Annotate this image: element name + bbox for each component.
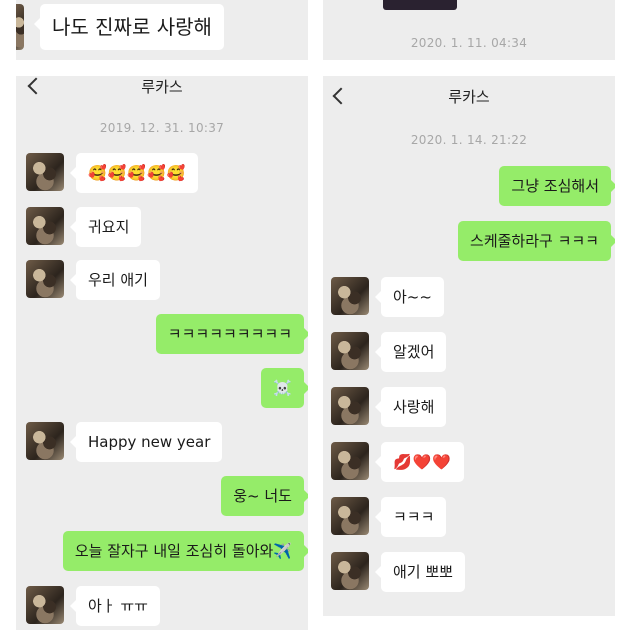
previous-chat-strip-right: 2020. 1. 11. 04:34 <box>323 0 615 60</box>
message-bubble[interactable]: 오늘 잘자구 내일 조심히 돌아와✈️ <box>62 531 308 571</box>
avatar[interactable] <box>26 586 64 624</box>
message-bubble[interactable]: 그냥 조심해서 <box>499 166 615 206</box>
avatar[interactable] <box>331 442 369 480</box>
message-text: ㅋㅋㅋㅋㅋㅋㅋㅋㅋ <box>167 325 292 343</box>
avatar[interactable] <box>331 332 369 370</box>
message-text: 우리 애기 <box>88 271 148 289</box>
message-bubble[interactable]: Happy new year <box>69 422 223 462</box>
message-text: ㅋㅋㅋ <box>393 508 435 526</box>
message-bubble[interactable]: 나도 진짜로 사랑해 <box>34 4 224 50</box>
message-text: 웅~ 너도 <box>233 487 292 505</box>
chat-panel-left: 루카스 2019. 12. 31. 10:37 🥰🥰🥰🥰🥰 귀요지 우리 애기 … <box>16 76 308 630</box>
previous-chat-strip-left: 나도 진짜로 사랑해 <box>16 0 308 60</box>
message-bubble[interactable]: 귀요지 <box>69 207 142 247</box>
message-text: 오늘 잘자구 내일 조심히 돌아와✈️ <box>74 542 292 560</box>
message-text: 애기 뽀뽀 <box>393 563 453 581</box>
message-text: 귀요지 <box>88 218 130 236</box>
message-bubble[interactable]: 아ㅏ ㅠㅠ <box>70 586 160 626</box>
message-text: 나도 진짜로 사랑해 <box>52 15 212 39</box>
message-text: ☠️ <box>273 379 292 397</box>
avatar[interactable] <box>26 422 64 460</box>
message-bubble[interactable]: ☠️ <box>261 368 308 408</box>
avatar[interactable] <box>331 497 369 535</box>
message-text: 그냥 조심해서 <box>511 177 599 195</box>
avatar[interactable] <box>331 552 369 590</box>
message-bubble[interactable]: 웅~ 너도 <box>221 476 308 516</box>
message-bubble[interactable]: 우리 애기 <box>70 260 160 300</box>
message-bubble[interactable]: 애기 뽀뽀 <box>375 552 465 592</box>
timestamp: 2019. 12. 31. 10:37 <box>99 121 225 135</box>
message-bubble[interactable]: 사랑해 <box>374 387 447 427</box>
back-chevron-icon[interactable] <box>332 87 350 105</box>
message-text: 아ㅏ ㅠㅠ <box>88 597 148 615</box>
message-text: 사랑해 <box>393 398 435 416</box>
message-text: 💋❤️❤️ <box>393 453 453 471</box>
contact-name: 루카스 <box>141 77 183 96</box>
message-text: 알겠어 <box>393 343 435 361</box>
avatar[interactable] <box>16 4 24 50</box>
timestamp: 2020. 1. 14. 21:22 <box>410 133 528 147</box>
message-bubble[interactable]: 스케줄하라구 ㅋㅋㅋ <box>458 221 615 261</box>
message-text: 스케줄하라구 ㅋㅋㅋ <box>470 232 599 250</box>
message-bubble[interactable]: 🥰🥰🥰🥰🥰 <box>69 153 199 193</box>
avatar[interactable] <box>26 153 64 191</box>
avatar[interactable] <box>331 387 369 425</box>
avatar[interactable] <box>331 277 369 315</box>
chat-header: 루카스 <box>16 76 308 96</box>
message-text: Happy new year <box>88 433 211 451</box>
message-text: 아~~ <box>393 288 432 306</box>
message-bubble[interactable]: 알겠어 <box>374 332 447 372</box>
avatar[interactable] <box>26 260 64 298</box>
message-bubble[interactable]: 아~~ <box>375 277 444 317</box>
message-bubble[interactable]: ㅋㅋㅋ <box>374 497 447 537</box>
back-chevron-icon[interactable] <box>27 77 45 95</box>
photo-message-thumbnail[interactable] <box>383 0 457 10</box>
avatar[interactable] <box>26 207 64 245</box>
message-bubble[interactable]: ㅋㅋㅋㅋㅋㅋㅋㅋㅋ <box>155 314 308 354</box>
message-text: 🥰🥰🥰🥰🥰 <box>88 164 187 182</box>
chat-panel-right: 루카스 2020. 1. 14. 21:22 그냥 조심해서 스케줄하라구 ㅋㅋ… <box>323 76 615 616</box>
message-bubble[interactable]: 💋❤️❤️ <box>374 442 465 482</box>
chat-header: 루카스 <box>323 76 615 116</box>
timestamp: 2020. 1. 11. 04:34 <box>410 36 528 50</box>
contact-name: 루카스 <box>448 87 490 106</box>
